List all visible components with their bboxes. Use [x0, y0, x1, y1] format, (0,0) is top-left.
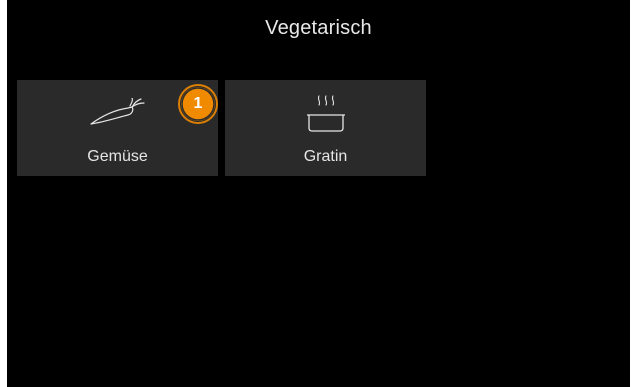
badge-number: 1 — [193, 95, 203, 112]
step-number-badge: 1 — [178, 84, 218, 124]
tile-gratin[interactable]: Gratin — [225, 80, 426, 176]
tile-gemuese[interactable]: Gemüse 1 — [17, 80, 218, 176]
vegetable-icon — [89, 98, 145, 125]
steaming-dish-icon — [306, 95, 345, 132]
page-title: Vegetarisch — [265, 17, 372, 39]
display-screen: Vegetarisch Gemüse 1 Gratin — [7, 0, 630, 387]
tile-label-gemuese: Gemüse — [87, 148, 148, 165]
tile-label-gratin: Gratin — [303, 148, 348, 165]
